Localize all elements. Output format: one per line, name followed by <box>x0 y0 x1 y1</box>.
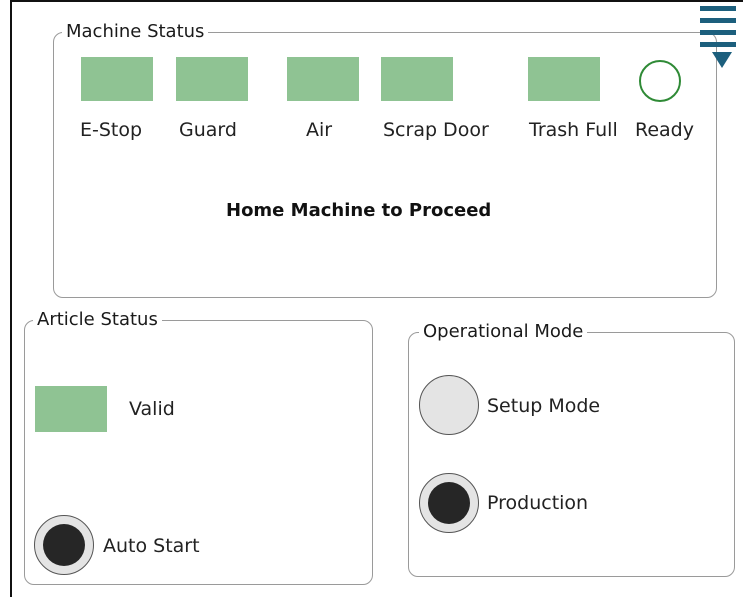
estop-indicator <box>81 57 153 101</box>
guard-indicator <box>176 57 248 101</box>
machine-status-title: Machine Status <box>62 21 209 43</box>
scrap-door-indicator <box>381 57 453 101</box>
window-frame-top <box>10 0 743 2</box>
auto-start-radio[interactable] <box>34 515 94 575</box>
setup-mode-label[interactable]: Setup Mode <box>487 395 600 417</box>
window-frame-left <box>10 0 12 597</box>
ready-indicator <box>639 60 681 102</box>
valid-indicator <box>35 386 107 432</box>
trash-full-indicator <box>528 57 600 101</box>
setup-mode-radio[interactable] <box>419 375 479 435</box>
estop-label: E-Stop <box>80 119 143 141</box>
operational-mode-title: Operational Mode <box>419 321 588 343</box>
home-machine-message: Home Machine to Proceed <box>226 200 492 221</box>
air-label: Air <box>306 119 333 141</box>
production-label[interactable]: Production <box>487 492 588 514</box>
air-indicator <box>287 57 359 101</box>
guard-label: Guard <box>179 119 237 141</box>
menu-icon[interactable] <box>700 4 736 70</box>
article-status-title: Article Status <box>33 309 162 331</box>
valid-label: Valid <box>129 398 175 420</box>
ready-label: Ready <box>635 119 694 141</box>
operational-mode-group: Operational Mode <box>408 321 735 577</box>
trash-full-label: Trash Full <box>529 119 618 141</box>
production-radio[interactable] <box>419 473 479 533</box>
auto-start-label[interactable]: Auto Start <box>103 535 200 557</box>
scrap-door-label: Scrap Door <box>383 119 489 141</box>
